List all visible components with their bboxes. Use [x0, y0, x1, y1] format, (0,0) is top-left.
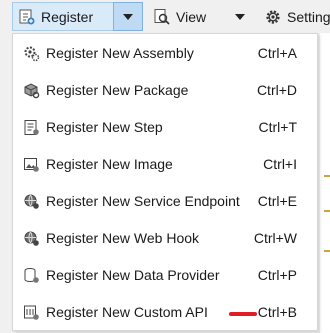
data-provider-icon [23, 267, 40, 284]
menu-item-shortcut: Ctrl+I [263, 156, 297, 172]
background-marker [324, 250, 330, 252]
image-icon [23, 156, 40, 173]
menu-item-shortcut: Ctrl+B [257, 304, 297, 320]
toolbar: Register View Settings [0, 0, 330, 33]
custom-api-icon [23, 304, 40, 321]
web-hook-globe-icon [23, 230, 40, 247]
gear-icon [264, 8, 282, 26]
menu-item-label: Register New Assembly [46, 45, 194, 61]
red-annotation-mark [229, 312, 257, 316]
menu-item-label: Register New Data Provider [46, 267, 220, 283]
background-panel [320, 33, 330, 333]
menu-item-shortcut: Ctrl+P [257, 267, 297, 283]
menu-item-register-new-web-hook[interactable]: Register New Web Hook Ctrl+W [13, 220, 317, 257]
menu-item-label: Register New Image [46, 156, 173, 172]
settings-label: Settings [287, 8, 330, 25]
chevron-down-icon [123, 13, 133, 20]
view-dropdown-button[interactable] [230, 2, 250, 31]
menu-item-label: Register New Package [46, 82, 189, 98]
menu-item-label: Register New Step [46, 119, 163, 135]
settings-button[interactable]: Settings [262, 2, 330, 31]
register-dropdown-button[interactable] [113, 2, 143, 31]
package-icon [23, 82, 40, 99]
assembly-gear-icon [23, 45, 40, 62]
register-icon [18, 8, 36, 26]
background-marker [324, 175, 330, 177]
view-icon [153, 8, 171, 26]
menu-item-register-new-step[interactable]: Register New Step Ctrl+T [13, 109, 317, 146]
menu-item-shortcut: Ctrl+T [258, 119, 298, 135]
menu-item-shortcut: Ctrl+E [257, 193, 297, 209]
menu-item-register-new-custom-api[interactable]: Register New Custom API Ctrl+B [13, 294, 317, 331]
menu-item-label: Register New Service Endpoint [46, 193, 240, 209]
menu-item-register-new-data-provider[interactable]: Register New Data Provider Ctrl+P [13, 257, 317, 294]
menu-item-shortcut: Ctrl+D [256, 82, 297, 98]
menu-item-label: Register New Web Hook [46, 230, 200, 246]
menu-item-register-new-assembly[interactable]: Register New Assembly Ctrl+A [13, 35, 317, 72]
menu-item-register-new-image[interactable]: Register New Image Ctrl+I [13, 146, 317, 183]
step-document-icon [23, 119, 40, 136]
register-dropdown-menu: Register New Assembly Ctrl+A Register Ne… [12, 33, 318, 331]
service-endpoint-globe-icon [23, 193, 40, 210]
register-button[interactable]: Register [12, 2, 113, 31]
menu-item-register-new-service-endpoint[interactable]: Register New Service Endpoint Ctrl+E [13, 183, 317, 220]
background-marker [324, 210, 330, 212]
view-button[interactable]: View [150, 2, 242, 31]
menu-item-label: Register New Custom API [46, 304, 208, 320]
chevron-down-icon [235, 13, 245, 20]
register-label: Register [41, 8, 94, 25]
menu-item-register-new-package[interactable]: Register New Package Ctrl+D [13, 72, 317, 109]
menu-item-shortcut: Ctrl+A [257, 45, 297, 61]
menu-item-shortcut: Ctrl+W [253, 230, 297, 246]
view-label: View [176, 8, 207, 25]
